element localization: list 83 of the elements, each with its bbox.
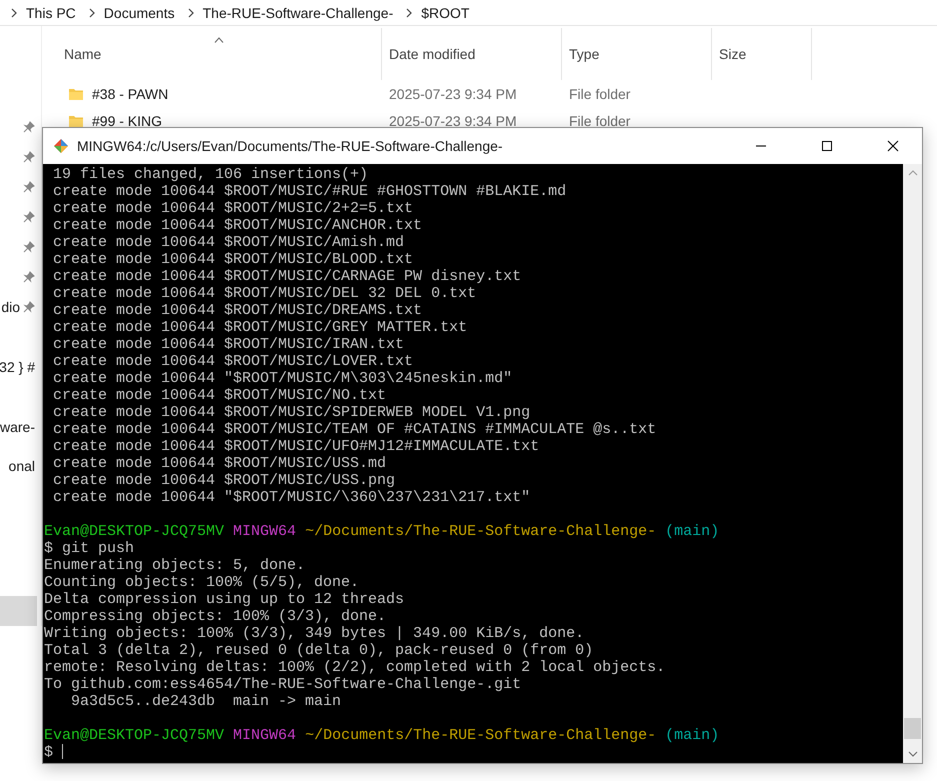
folder-icon [68, 86, 84, 100]
terminal-output-line: 9a3d5c5..de243db main -> main [70, 693, 342, 710]
file-name[interactable]: #99 - KING [92, 112, 162, 128]
folder-icon [68, 114, 84, 128]
terminal-output-line: create mode 100644 $ROOT/MUSIC/LOVER.txt [52, 353, 414, 370]
terminal-output-line: Counting objects: 100% (5/5), done. [44, 574, 360, 591]
terminal-output-line: Delta compression using up to 12 threads [44, 591, 406, 608]
terminal-output-line: create mode 100644 $ROOT/MUSIC/DREAMS.txt [52, 302, 424, 319]
scroll-thumb[interactable] [904, 718, 921, 739]
prompt-branch: (main) [665, 523, 720, 540]
terminal-output-line: create mode 100644 "$ROOT/MUSIC/\360\237\231\217.txt" [52, 489, 532, 506]
terminal-output-line: create mode 100644 $ROOT/MUSIC/ANCHOR.txt [52, 217, 424, 234]
terminal-output-line: create mode 100644 $ROOT/MUSIC/IRAN.txt [52, 336, 406, 353]
close-icon [887, 140, 899, 152]
date-modified: 2025-07-23 9:34 PM [389, 86, 517, 102]
prompt-user-host: Evan@DESKTOP-JCQ75MV [44, 727, 224, 744]
terminal-output-line: create mode 100644 $ROOT/MUSIC/TEAM OF #CATAINS #IMMACULATE @s..txt [52, 421, 658, 438]
pin-icon [23, 241, 35, 253]
terminal-output-line: create mode 100644 $ROOT/MUSIC/GREY MATTER.txt [52, 319, 468, 336]
pin-icon [23, 271, 35, 283]
text-cursor [62, 744, 64, 759]
pin-icon [23, 211, 35, 223]
pin-icon [23, 181, 35, 193]
terminal-output-line: To github.com:ess4654/The-RUE-Software-Challenge-.git [44, 676, 522, 693]
scrollbar[interactable] [903, 164, 922, 763]
maximize-icon [821, 140, 833, 152]
file-type: File folder [569, 86, 630, 102]
breadcrumb-item[interactable]: $ROOT [421, 4, 470, 20]
file-type: File folder [569, 112, 630, 128]
chevron-icon[interactable] [10, 8, 18, 18]
scroll-down-icon[interactable] [908, 751, 918, 757]
terminal-output-line: remote: Resolving deltas: 100% (2/2), completed with 2 local objects. [44, 659, 666, 676]
prompt-shell: MINGW64 [233, 523, 296, 540]
prompt-user-host: Evan@DESKTOP-JCQ75MV [44, 523, 224, 540]
terminal-output-line: create mode 100644 $ROOT/MUSIC/Amish.md [52, 234, 406, 251]
prompt-branch: (main) [665, 727, 720, 744]
diamond-logo-icon [53, 138, 69, 154]
nav-item[interactable]: 32 } # [0, 352, 41, 382]
terminal-output-line: create mode 100644 $ROOT/MUSIC/BLOOD.txt [52, 251, 414, 268]
file-name[interactable]: #38 - PAWN [92, 86, 168, 102]
nav-item[interactable]: ware- [0, 412, 41, 442]
terminal-output-line: create mode 100644 $ROOT/MUSIC/USS.png [52, 472, 396, 489]
nav-item-label[interactable]: ware- [0, 419, 35, 435]
terminal-output-line: create mode 100644 "$ROOT/MUSIC/M\303\245neskin.md" [52, 370, 514, 387]
date-modified: 2025-07-23 9:34 PM [389, 112, 517, 128]
terminal-output-line: create mode 100644 $ROOT/MUSIC/USS.md [52, 455, 388, 472]
breadcrumb-item[interactable]: Documents [104, 4, 175, 20]
terminal-output-line: Writing objects: 100% (3/3), 349 bytes | 349.00 KiB/s, done. [44, 625, 586, 642]
column-header[interactable]: Date modified [382, 28, 562, 80]
pin-icon [23, 301, 35, 313]
nav-item-label[interactable]: onal [8, 458, 35, 474]
chevron-icon[interactable] [186, 8, 195, 18]
terminal-output-line: create mode 100644 $ROOT/MUSIC/2+2=5.txt [52, 200, 414, 217]
window-title: MINGW64:/c/Users/Evan/Documents/The-RUE-Software-Challenge- [77, 138, 504, 154]
column-header[interactable]: Type [562, 28, 712, 80]
nav-item[interactable]: onal [0, 451, 41, 481]
chevron-icon[interactable] [88, 8, 96, 18]
terminal-output-line: create mode 100644 $ROOT/MUSIC/UFO#MJ12#IMMACULATE.txt [52, 438, 540, 455]
pin-icon [23, 151, 35, 163]
scroll-up-icon[interactable] [908, 170, 918, 176]
prompt-symbol: $ [44, 744, 54, 761]
terminal-output-line: Compressing objects: 100% (3/3), done. [44, 608, 388, 625]
terminal-output-line: $ git push [44, 540, 136, 557]
nav-item[interactable]: dio [0, 292, 41, 322]
terminal-output-line: create mode 100644 $ROOT/MUSIC/DEL 32 DEL 0.txt [52, 285, 478, 302]
terminal-output-line: Enumerating objects: 5, done. [44, 557, 306, 574]
prompt-path: ~/Documents/The-RUE-Software-Challenge- [305, 523, 656, 540]
nav-item-label[interactable]: dio [1, 299, 20, 315]
terminal-output-line: Total 3 (delta 2), reused 0 (delta 0), pack-reused 0 (from 0) [44, 642, 594, 659]
terminal-output-line: create mode 100644 $ROOT/MUSIC/CARNAGE PW disney.txt [52, 268, 522, 285]
terminal-output-line: create mode 100644 $ROOT/MUSIC/#RUE #GHOSTTOWN #BLAKIE.md [52, 183, 568, 200]
terminal-output-line: create mode 100644 $ROOT/MUSIC/NO.txt [52, 387, 388, 404]
prompt-shell: MINGW64 [233, 727, 296, 744]
breadcrumb-item[interactable]: This PC [26, 4, 76, 20]
chevron-icon[interactable] [405, 8, 414, 18]
breadcrumb-item[interactable]: The-RUE-Software-Challenge- [202, 4, 394, 20]
column-header[interactable]: Size [712, 28, 812, 80]
column-header[interactable]: Name [42, 28, 382, 80]
pin-icon [23, 121, 35, 133]
terminal-output-line: create mode 100644 $ROOT/MUSIC/SPIDERWEB MODEL V1.png [52, 404, 532, 421]
prompt-path: ~/Documents/The-RUE-Software-Challenge- [305, 727, 656, 744]
nav-item-label[interactable]: 32 } # [0, 359, 35, 375]
terminal-output-line: 19 files changed, 106 insertions(+) [52, 166, 370, 183]
